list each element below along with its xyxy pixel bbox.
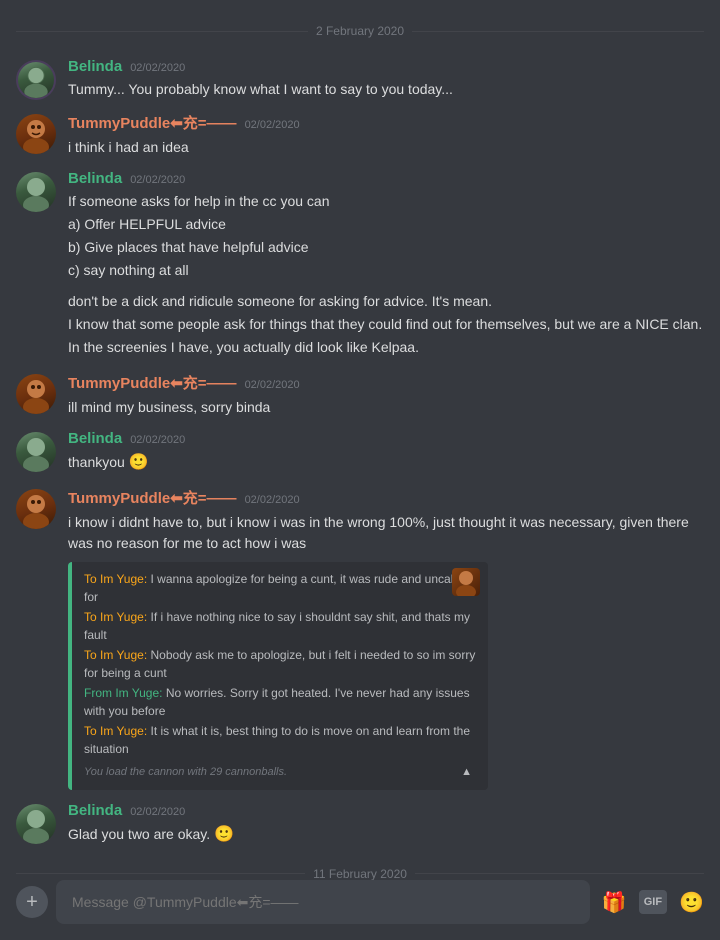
message-content: TummyPuddle⬅充=—— 02/02/2020 i know i did…: [68, 487, 704, 790]
add-attachment-button[interactable]: +: [16, 886, 48, 918]
thankyou-text: thankyou: [68, 454, 129, 470]
message-text: Tummy... You probably know what I want t…: [68, 79, 704, 100]
message-header: TummyPuddle⬅充=—— 02/02/2020: [68, 112, 704, 133]
message-text: i think i had an idea: [68, 137, 704, 158]
avatar: [16, 804, 56, 844]
gif-label: GIF: [644, 896, 662, 908]
input-area: + 🎁 GIF 🙂: [0, 880, 720, 940]
message-content: Belinda 02/02/2020 Tummy... You probably…: [68, 58, 704, 100]
timestamp: 02/02/2020: [130, 174, 185, 186]
message-group: Belinda 02/02/2020 If someone asks for h…: [0, 166, 720, 364]
avatar: [16, 489, 56, 529]
embed-row: To Im Yuge: It is what it is, best thing…: [84, 722, 476, 758]
input-icons: 🎁 GIF 🙂: [602, 890, 704, 915]
message-header: Belinda 02/02/2020: [68, 58, 704, 75]
timestamp: 02/02/2020: [130, 434, 185, 446]
message-header: Belinda 02/02/2020: [68, 430, 704, 447]
message-text: ill mind my business, sorry binda: [68, 397, 704, 418]
username: Belinda: [68, 430, 122, 447]
message-group: Belinda 02/02/2020 Glad you two are okay…: [0, 798, 720, 851]
username: TummyPuddle⬅充=——: [68, 112, 237, 133]
message-content: Belinda 02/02/2020 Glad you two are okay…: [68, 802, 704, 847]
message-header: TummyPuddle⬅充=—— 02/02/2020: [68, 487, 704, 508]
embed-scroll-btn[interactable]: ▲: [461, 764, 472, 782]
message-content: Belinda 02/02/2020 If someone asks for h…: [68, 170, 704, 360]
message-content: Belinda 02/02/2020 thankyou 🙂: [68, 430, 704, 475]
embed-row: To Im Yuge: I wanna apologize for being …: [84, 570, 476, 606]
username: Belinda: [68, 58, 122, 75]
message-group: TummyPuddle⬅充=—— 02/02/2020 ill mind my …: [0, 368, 720, 422]
username: TummyPuddle⬅充=——: [68, 487, 237, 508]
avatar: [16, 114, 56, 154]
gift-button[interactable]: 🎁: [602, 890, 627, 915]
timestamp: 02/02/2020: [130, 62, 185, 74]
avatar: [16, 432, 56, 472]
avatar: [16, 172, 56, 212]
timestamp: 02/02/2020: [245, 379, 300, 391]
embed-row: From Im Yuge: No worries. Sorry it got h…: [84, 684, 476, 720]
message-text: Glad you two are okay. 🙂: [68, 823, 704, 847]
gif-button[interactable]: GIF: [639, 890, 667, 914]
smiley-emoji-2: 🙂: [214, 826, 234, 843]
message-input[interactable]: [56, 880, 590, 924]
message-header: Belinda 02/02/2020: [68, 802, 704, 819]
username: TummyPuddle⬅充=——: [68, 372, 237, 393]
message-group: TummyPuddle⬅充=—— 02/02/2020 i think i ha…: [0, 108, 720, 162]
message-text: If someone asks for help in the cc you c…: [68, 191, 704, 358]
embed-box: To Im Yuge: I wanna apologize for being …: [68, 562, 488, 790]
embed-row: To Im Yuge: Nobody ask me to apologize, …: [84, 646, 476, 682]
message-text: thankyou 🙂: [68, 451, 704, 475]
emoji-icon: 🙂: [679, 890, 704, 915]
embed-footer: You load the cannon with 29 cannonballs.…: [84, 764, 476, 782]
message-header: TummyPuddle⬅充=—— 02/02/2020: [68, 372, 704, 393]
plus-icon: +: [26, 891, 38, 914]
username: Belinda: [68, 802, 122, 819]
avatar: [16, 60, 56, 100]
message-group: Belinda 02/02/2020 thankyou 🙂: [0, 426, 720, 479]
embed-row: To Im Yuge: If i have nothing nice to sa…: [84, 608, 476, 644]
timestamp: 02/02/2020: [245, 119, 300, 131]
date-divider-2: 11 February 2020: [16, 867, 704, 880]
message-content: TummyPuddle⬅充=—— 02/02/2020 i think i ha…: [68, 112, 704, 158]
message-content: TummyPuddle⬅充=—— 02/02/2020 ill mind my …: [68, 372, 704, 418]
message-header: Belinda 02/02/2020: [68, 170, 704, 187]
timestamp: 02/02/2020: [245, 494, 300, 506]
gift-icon: 🎁: [602, 890, 627, 915]
embed-avatar-thumbnail: [452, 568, 480, 596]
date-divider-1: 2 February 2020: [16, 24, 704, 38]
message-group: TummyPuddle⬅充=—— 02/02/2020 i know i did…: [0, 483, 720, 794]
message-group: Belinda 02/02/2020 Tummy... You probably…: [0, 54, 720, 104]
messages-area[interactable]: 2 February 2020 Belinda 02/02/2020 Tummy…: [0, 0, 720, 880]
chat-container: 2 February 2020 Belinda 02/02/2020 Tummy…: [0, 0, 720, 940]
message-text: i know i didnt have to, but i know i was…: [68, 512, 704, 554]
avatar: [16, 374, 56, 414]
timestamp: 02/02/2020: [130, 806, 185, 818]
smiley-emoji: 🙂: [129, 454, 149, 471]
emoji-button[interactable]: 🙂: [679, 890, 704, 915]
username: Belinda: [68, 170, 122, 187]
